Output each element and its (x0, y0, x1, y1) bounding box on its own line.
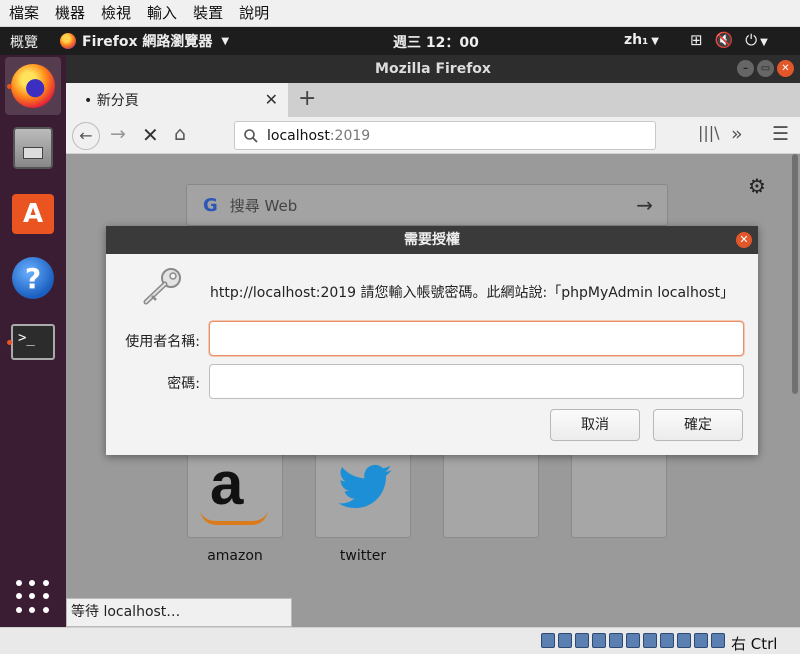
overflow-chevron-icon[interactable]: » (731, 123, 743, 145)
audio-icon[interactable] (575, 633, 589, 648)
vbox-menu-devices[interactable]: 裝置 (184, 0, 230, 27)
password-input[interactable] (209, 364, 744, 399)
dock-terminal[interactable]: >_ (5, 313, 61, 371)
username-label: 使用者名稱: (125, 334, 200, 350)
search-go-arrow-icon[interactable]: → (636, 193, 653, 217)
caret-down-icon: ▼ (221, 35, 230, 47)
input-method-label: zh₁ (624, 32, 649, 48)
top-site-empty[interactable] (571, 452, 667, 538)
url-host: localhost (267, 127, 330, 144)
system-tray[interactable]: ⊞ 🔇 ⏻ ▼ (690, 31, 768, 49)
auth-dialog: 需要授權 ✕ http://localhost:2019 請您輸入帳號密碼。此網… (106, 226, 758, 455)
search-icon (244, 128, 258, 143)
dialog-title: 需要授權 (404, 232, 460, 248)
dock-help[interactable]: ? (5, 249, 61, 307)
tab-strip: • 新分頁 ✕ + (66, 83, 800, 117)
amazon-logo-icon: a (210, 450, 244, 517)
firefox-icon (60, 33, 76, 49)
dock-software[interactable]: A (5, 185, 61, 243)
cpu-icon[interactable] (677, 633, 691, 648)
recording-icon[interactable] (660, 633, 674, 648)
top-site-empty[interactable] (443, 452, 539, 538)
url-port: :2019 (329, 127, 371, 144)
optical-drive-icon[interactable] (558, 633, 572, 648)
top-site-label-twitter: twitter (339, 548, 387, 564)
dialog-message: http://localhost:2019 請您輸入帳號密碼。此網站說:「php… (210, 285, 735, 301)
maximize-icon[interactable]: ▭ (757, 60, 774, 77)
input-method-indicator[interactable]: zh₁ ▼ (624, 32, 659, 48)
cancel-button[interactable]: 取消 (550, 409, 640, 441)
volume-icon: 🔇 (714, 31, 734, 49)
web-search-box[interactable]: G 搜尋 Web → (186, 184, 668, 226)
password-label: 密碼: (167, 376, 200, 392)
navigation-toolbar: ← → ✕ ⌂ localhost:2019 |||\ » ☰ (66, 117, 800, 154)
top-site-label-amazon: amazon (207, 548, 263, 564)
display-icon[interactable] (643, 633, 657, 648)
ok-button[interactable]: 確定 (653, 409, 743, 441)
network-icon: ⊞ (690, 31, 703, 49)
vbox-statusbar: 右 Ctrl (0, 627, 800, 654)
tab-new-tab[interactable]: • 新分頁 ✕ (66, 83, 288, 117)
usb-icon[interactable] (609, 633, 623, 648)
username-input[interactable] (209, 321, 744, 356)
files-icon (13, 127, 53, 169)
home-icon[interactable]: ⌂ (174, 123, 186, 145)
running-indicator (7, 84, 12, 89)
keyboard-capture-icon[interactable] (711, 633, 725, 648)
new-tab-plus-icon[interactable]: + (298, 86, 316, 111)
page-scrollbar[interactable] (792, 154, 798, 394)
dock-firefox[interactable] (5, 57, 61, 115)
vbox-menu-file[interactable]: 檔案 (0, 0, 46, 27)
dock-files[interactable] (5, 119, 61, 177)
network-adapter-icon[interactable] (592, 633, 606, 648)
key-icon (143, 268, 181, 305)
twitter-bird-icon (338, 464, 392, 509)
stop-loading-icon[interactable]: ✕ (142, 123, 159, 147)
power-icon: ⏻ ▼ (745, 31, 768, 49)
back-arrow-icon[interactable]: ← (72, 122, 100, 150)
ubuntu-dock: A ? >_ (0, 55, 66, 627)
close-icon[interactable]: ✕ (736, 232, 752, 248)
hamburger-menu-icon[interactable]: ☰ (772, 123, 789, 145)
caret-down-icon: ▼ (651, 36, 659, 47)
top-site-amazon[interactable]: a (187, 450, 283, 538)
window-titlebar[interactable]: Mozilla Firefox – ▭ ✕ (66, 55, 800, 83)
tab-title: • 新分頁 (84, 93, 139, 109)
help-icon: ? (12, 257, 54, 299)
vbox-menubar: 檔案 機器 檢視 輸入 裝置 說明 (0, 0, 800, 27)
forward-arrow-icon[interactable]: → (110, 123, 126, 145)
vbox-menu-help[interactable]: 說明 (230, 0, 276, 27)
library-icon[interactable]: |||\ (698, 123, 720, 142)
vbox-menu-input[interactable]: 輸入 (138, 0, 184, 27)
app-menu[interactable]: Firefox 網路瀏覽器 ▼ (60, 31, 229, 51)
clock[interactable]: 週三 12：00 (393, 32, 479, 52)
terminal-icon: >_ (11, 324, 55, 360)
gear-icon[interactable]: ⚙ (748, 174, 766, 198)
ubuntu-topbar: 概覽 Firefox 網路瀏覽器 ▼ 週三 12：00 zh₁ ▼ ⊞ 🔇 ⏻ ▼ (0, 27, 800, 55)
activities-button[interactable]: 概覽 (10, 32, 38, 52)
google-logo-icon: G (203, 194, 218, 216)
app-menu-label: Firefox 網路瀏覽器 (82, 34, 213, 50)
search-placeholder: 搜尋 Web (229, 196, 298, 215)
top-site-twitter[interactable] (315, 452, 411, 538)
shared-folder-icon[interactable] (626, 633, 640, 648)
running-indicator (7, 340, 12, 345)
dialog-titlebar[interactable]: 需要授權 ✕ (106, 226, 758, 254)
window-title: Mozilla Firefox (375, 61, 491, 77)
show-applications-icon[interactable] (16, 580, 50, 614)
host-key-label: 右 Ctrl (731, 635, 778, 653)
tab-close-icon[interactable]: ✕ (265, 90, 278, 109)
status-bar: 等待 localhost… (66, 598, 292, 627)
close-icon[interactable]: ✕ (777, 60, 794, 77)
hard-disk-icon[interactable] (541, 633, 555, 648)
firefox-icon (11, 64, 55, 108)
vbox-menu-view[interactable]: 檢視 (92, 0, 138, 27)
vbox-menu-machine[interactable]: 機器 (46, 0, 92, 27)
url-bar[interactable]: localhost:2019 (234, 121, 656, 150)
mouse-integration-icon[interactable] (694, 633, 708, 648)
software-center-icon: A (12, 194, 54, 234)
minimize-icon[interactable]: – (737, 60, 754, 77)
